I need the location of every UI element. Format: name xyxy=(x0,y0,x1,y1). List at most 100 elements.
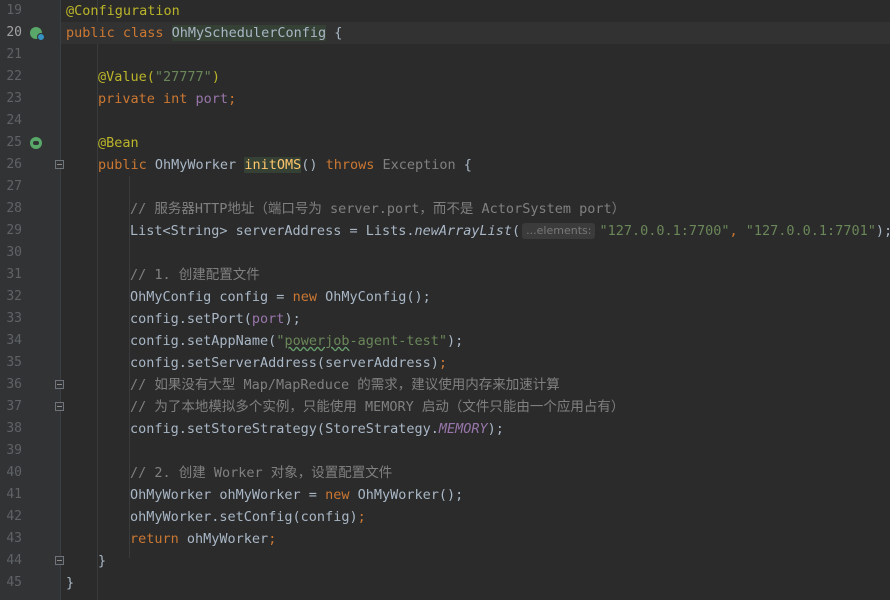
line-number: 20 xyxy=(6,25,22,40)
annotation: ) xyxy=(211,69,220,85)
annotation: @Value( xyxy=(98,69,155,85)
closing-brace: } xyxy=(98,553,107,569)
comment: // 服务器HTTP地址（端口号为 server.port，而不是 ActorS… xyxy=(130,201,626,217)
string-literal: "27777" xyxy=(154,69,212,85)
line-number: 25 xyxy=(6,135,22,150)
class-name: OhMySchedulerConfig xyxy=(171,25,327,41)
code-line: config.setStoreStrategy(StoreStrategy.ME… xyxy=(61,418,890,440)
line-number-gutter[interactable]: 19 20 21 22 23 24 25 26 27 28 29 30 31 3… xyxy=(0,0,64,600)
code-line: return ohMyWorker; xyxy=(61,528,890,550)
string-literal: "127.0.0.1:7701" xyxy=(745,223,876,239)
comment: // 1. 创建配置文件 xyxy=(130,267,260,283)
comment: // 如果没有大型 Map/MapReduce 的需求，建议使用内存来加速计算 xyxy=(130,377,560,393)
code-line: @Bean xyxy=(61,132,890,154)
line-number: 33 xyxy=(6,311,22,326)
keyword: return xyxy=(130,531,187,547)
line-number: 41 xyxy=(6,487,22,502)
comment: // 2. 创建 Worker 对象，设置配置文件 xyxy=(130,465,393,481)
code-text: ); xyxy=(487,421,504,437)
code-text: ); xyxy=(284,311,301,327)
code-text: OhMyConfig config = xyxy=(130,289,293,305)
line-number: 26 xyxy=(6,157,22,172)
line-number: 32 xyxy=(6,289,22,304)
code-text: ohMyWorker.setConfig(config) xyxy=(130,509,358,525)
code-line: OhMyWorker ohMyWorker = new OhMyWorker()… xyxy=(61,484,890,506)
code-text: OhMyWorker(); xyxy=(357,487,464,503)
code-line: config.setServerAddress(serverAddress); xyxy=(61,352,890,374)
line-number: 34 xyxy=(6,333,22,348)
code-line: @Configuration xyxy=(61,0,890,22)
line-number: 24 xyxy=(6,113,22,128)
method-call: newArrayList xyxy=(414,223,513,239)
comment: // 为了本地模拟多个实例，只能使用 MEMORY 启动（文件只能由一个应用占有… xyxy=(130,399,625,415)
static-field: MEMORY xyxy=(438,421,488,437)
code-line: // 1. 创建配置文件 xyxy=(61,264,890,286)
code-text: { xyxy=(455,157,472,173)
keyword: public class xyxy=(66,25,172,41)
type-name: OhMyWorker xyxy=(154,157,245,173)
spring-bean-icon[interactable] xyxy=(30,137,42,149)
code-text: config.setPort( xyxy=(130,311,252,327)
code-line: public OhMyWorker initOMS() throws Excep… xyxy=(61,154,890,176)
line-number: 36 xyxy=(6,377,22,392)
line-number: 30 xyxy=(6,245,22,260)
semicolon: ; xyxy=(228,91,237,107)
exception-type: Exception xyxy=(374,157,456,173)
code-text: ); xyxy=(447,333,464,349)
line-number: 29 xyxy=(6,223,22,238)
code-line: private int port; xyxy=(61,88,890,110)
code-line: @Value("27777") xyxy=(61,66,890,88)
code-line: } xyxy=(61,550,890,572)
code-line: config.setPort(port); xyxy=(61,308,890,330)
code-line: } xyxy=(61,572,890,594)
line-number: 35 xyxy=(6,355,22,370)
comma: , xyxy=(729,223,746,239)
code-line: List<String> serverAddress = Lists.newAr… xyxy=(61,220,890,242)
keyword: throws xyxy=(325,157,375,173)
semicolon: ; xyxy=(438,355,447,371)
code-line: public class OhMySchedulerConfig { xyxy=(61,22,890,44)
field-name: port xyxy=(195,91,229,107)
keyword: new xyxy=(292,289,326,305)
code-text: ); xyxy=(875,223,890,239)
line-number: 21 xyxy=(6,47,22,62)
run-config-icon[interactable] xyxy=(30,27,45,41)
semicolon: ; xyxy=(357,509,366,525)
keyword: new xyxy=(325,487,358,503)
code-editor[interactable]: 19 20 21 22 23 24 25 26 27 28 29 30 31 3… xyxy=(0,0,890,600)
method-name: initOMS xyxy=(244,157,302,173)
line-number: 19 xyxy=(6,3,22,18)
code-text: ( xyxy=(512,223,521,239)
code-area[interactable]: @Configuration public class OhMySchedule… xyxy=(61,0,890,600)
code-line: // 2. 创建 Worker 对象，设置配置文件 xyxy=(61,462,890,484)
keyword: private int xyxy=(98,91,196,107)
annotation: @Configuration xyxy=(66,3,180,19)
closing-brace: } xyxy=(66,575,75,591)
line-number: 43 xyxy=(6,531,22,546)
line-number: 37 xyxy=(6,399,22,414)
line-number: 39 xyxy=(6,443,22,458)
code-line: OhMyConfig config = new OhMyConfig(); xyxy=(61,286,890,308)
line-number: 44 xyxy=(6,553,22,568)
code-text: config.setAppName( xyxy=(130,333,277,349)
keyword: public xyxy=(98,157,155,173)
code-text: ohMyWorker xyxy=(186,531,269,547)
code-text: OhMyWorker ohMyWorker = xyxy=(130,487,326,503)
code-line: // 服务器HTTP地址（端口号为 server.port，而不是 ActorS… xyxy=(61,198,890,220)
line-number: 40 xyxy=(6,465,22,480)
code-text: config.setServerAddress(serverAddress) xyxy=(130,355,439,371)
code-line: // 为了本地模拟多个实例，只能使用 MEMORY 启动（文件只能由一个应用占有… xyxy=(61,396,890,418)
annotation: @Bean xyxy=(98,135,139,151)
code-line: // 如果没有大型 Map/MapReduce 的需求，建议使用内存来加速计算 xyxy=(61,374,890,396)
code-text: { xyxy=(326,25,343,41)
line-number: 22 xyxy=(6,69,22,84)
line-number: 42 xyxy=(6,509,22,524)
line-number: 28 xyxy=(6,201,22,216)
string-literal: -agent-test" xyxy=(349,333,448,349)
line-number: 31 xyxy=(6,267,22,282)
code-line: ohMyWorker.setConfig(config); xyxy=(61,506,890,528)
line-number: 27 xyxy=(6,179,22,194)
line-number: 23 xyxy=(6,91,22,106)
string-literal: "127.0.0.1:7700" xyxy=(599,223,730,239)
code-line: config.setAppName("powerjob-agent-test")… xyxy=(61,330,890,352)
